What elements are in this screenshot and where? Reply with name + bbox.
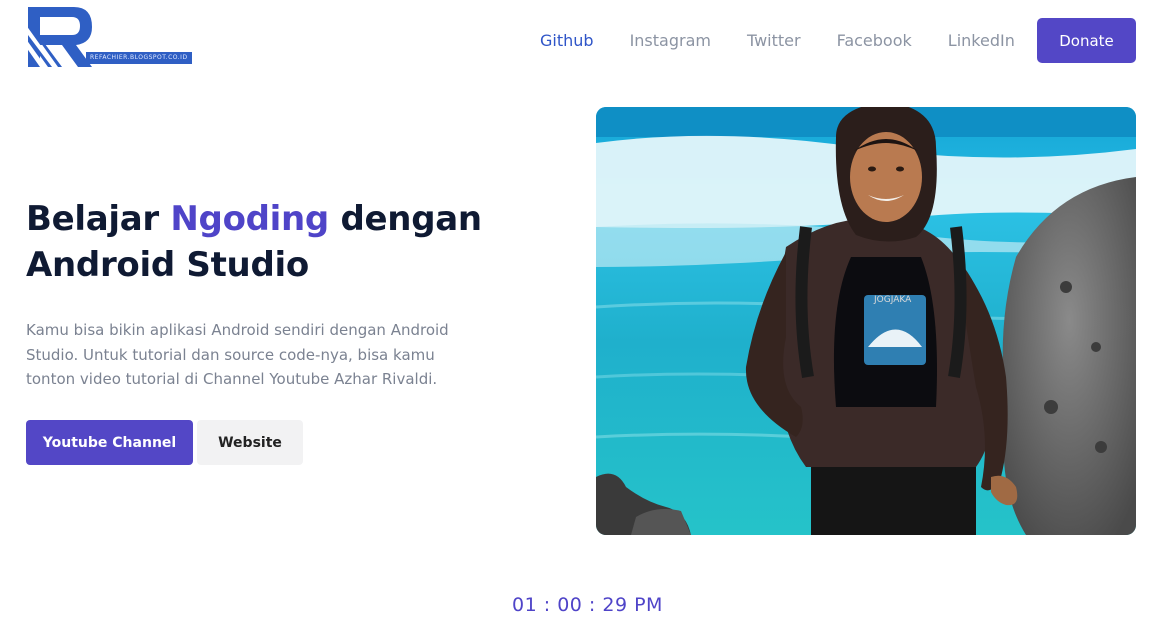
logo-text: REFACHIER.BLOGSPOT.CO.ID <box>90 54 188 61</box>
nav-link-facebook[interactable]: Facebook <box>837 31 912 50</box>
website-button[interactable]: Website <box>197 420 303 465</box>
donate-button[interactable]: Donate <box>1037 18 1136 63</box>
live-clock: 01 : 00 : 29 PM <box>512 594 663 616</box>
hero-title-part1: Belajar <box>26 199 171 239</box>
nav-link-linkedin[interactable]: LinkedIn <box>948 31 1015 50</box>
hero-photo: JOGJAKA <box>596 107 1136 535</box>
nav-link-twitter[interactable]: Twitter <box>747 31 801 50</box>
hero-title-accent: Ngoding <box>170 199 329 239</box>
hero-description: Kamu bisa bikin aplikasi Android sendiri… <box>26 321 449 388</box>
main-nav: Github Instagram Twitter Facebook Linked… <box>540 18 1051 63</box>
shirt-print-text: JOGJAKA <box>873 295 912 305</box>
landing-page: REFACHIER.BLOGSPOT.CO.ID Github Instagra… <box>0 0 1175 642</box>
logo-banner: REFACHIER.BLOGSPOT.CO.ID <box>86 52 192 64</box>
hero-photo-illustration: JOGJAKA <box>596 107 1136 535</box>
site-logo[interactable]: REFACHIER.BLOGSPOT.CO.ID <box>26 5 192 69</box>
nav-link-instagram[interactable]: Instagram <box>630 31 711 50</box>
nav-link-github[interactable]: Github <box>540 31 594 50</box>
hero-title: Belajar Ngoding dengan Android Studio <box>26 196 496 288</box>
youtube-channel-button[interactable]: Youtube Channel <box>26 420 193 465</box>
